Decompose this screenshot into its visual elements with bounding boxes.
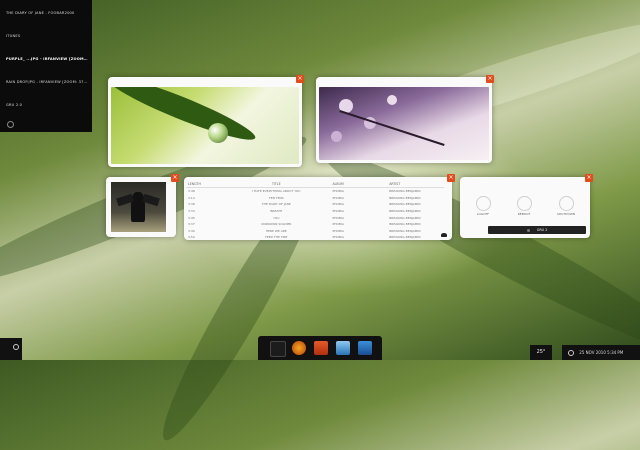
reboot-icon[interactable] xyxy=(517,196,532,211)
table-cell: BREAKING BENJAMIN xyxy=(389,189,421,194)
foobar-icon[interactable] xyxy=(270,341,286,357)
reboot-label: REBOOT xyxy=(517,212,531,216)
purple-image-window[interactable]: × xyxy=(316,75,494,163)
logoff-label: LOGOFF xyxy=(476,212,490,216)
table-row[interactable]: 3:50 FEED THE FIRE PHOBIA BREAKING BENJAMIN xyxy=(186,234,444,241)
table-cell: BREAKING BENJAMIN xyxy=(389,235,421,240)
table-cell: 3:14 xyxy=(188,195,195,200)
clock-text: 25 NOV 2010 5:34 PM xyxy=(579,350,624,355)
table-cell: BREAKING BENJAMIN xyxy=(389,202,421,207)
gru-footer-bar[interactable]: GRU 2 xyxy=(488,226,586,234)
table-row[interactable]: 3:40 HERE WE ARE PHOBIA BREAKING BENJAMIN xyxy=(186,228,444,235)
table-cell: FEED THE FIRE xyxy=(265,235,288,240)
table-cell: BREAKING BENJAMIN xyxy=(389,209,421,214)
table-row[interactable]: 3:38 THE DIARY OF JANE PHOBIA BREAKING BENJ… xyxy=(186,201,444,208)
close-button[interactable]: × xyxy=(585,174,593,182)
close-button[interactable]: × xyxy=(447,174,455,182)
clock: 25 NOV 2010 5:34 PM xyxy=(562,345,640,360)
table-row[interactable]: 3:45 YOU PHOBIA BREAKING BENJAMIN xyxy=(186,214,444,221)
table-cell: PHOBIA xyxy=(332,202,344,207)
leaf-blade xyxy=(111,87,260,149)
table-cell: 3:48 xyxy=(188,189,195,194)
table-cell: BREAKING BENJAMIN xyxy=(389,222,421,227)
table-cell: PHOBIA xyxy=(332,195,344,200)
footer-bullet xyxy=(526,228,530,232)
music-playlist-window[interactable]: × LENGTH TITLE ALBUM ARTIST 3:48 I HATE E… xyxy=(184,174,455,241)
gear-icon xyxy=(13,344,19,350)
logoff-icon[interactable] xyxy=(476,196,491,211)
window-switcher: THE DIARY OF JANE - FOOBAR2000 ITUNES PU… xyxy=(0,0,92,132)
table-cell: PHOBIA xyxy=(332,209,344,214)
desktop-icon[interactable] xyxy=(358,341,372,355)
table-cell: PHOBIA xyxy=(332,222,344,227)
clock-icon xyxy=(568,350,574,356)
batman-logo-icon[interactable] xyxy=(441,233,447,237)
switcher-item-foobar[interactable]: THE DIARY OF JANE - FOOBAR2000 xyxy=(6,11,88,15)
table-cell: 3:38 xyxy=(188,202,195,207)
close-button[interactable]: × xyxy=(486,75,494,83)
table-cell: I HATE EVERYTHING ABOUT YOU xyxy=(252,189,301,194)
table-cell: BREAKING BENJAMIN xyxy=(389,215,421,220)
finder-icon[interactable] xyxy=(336,341,350,355)
album-cover-art xyxy=(111,182,166,232)
footer-label: GRU 2 xyxy=(536,228,548,232)
table-cell: BREAKING BENJAMIN xyxy=(389,195,421,200)
table-cell: HERE WE ARE xyxy=(265,228,287,233)
blossom xyxy=(331,131,342,142)
shutdown-label: SHUTDOWN xyxy=(556,212,576,216)
water-drop xyxy=(208,123,228,143)
close-button[interactable]: × xyxy=(171,174,179,182)
table-cell: 3:37 xyxy=(188,222,195,227)
table-cell: BREAKING BENJAMIN xyxy=(389,228,421,233)
settings-corner-button[interactable] xyxy=(0,338,22,360)
table-cell: PHOBIA xyxy=(332,215,344,220)
table-cell: YOU xyxy=(273,215,280,220)
table-row[interactable]: 3:48 I HATE EVERYTHING ABOUT YOU PHOBIA BRE… xyxy=(186,188,444,195)
table-row[interactable]: 3:37 UNKNOWN SOLDIER PHOBIA BREAKING BENJAM… xyxy=(186,221,444,228)
table-cell: 3:40 xyxy=(188,228,195,233)
power-panel-window: × LOGOFF REBOOT SHUTDOWN GRU 2 xyxy=(460,174,593,238)
raindrop-image-window[interactable]: × xyxy=(108,75,304,167)
raindrop-photo xyxy=(111,87,299,164)
table-cell: 3:33 xyxy=(188,209,195,214)
switcher-item-irfanview-purple[interactable]: PURPLE_ ...JPG - IRFANVIEW [ZOOM: 418 X.… xyxy=(6,57,88,61)
table-cell: BREATH xyxy=(270,209,283,214)
table-cell: 3:45 xyxy=(188,215,195,220)
dock xyxy=(258,336,382,360)
album-art-window[interactable]: × xyxy=(106,174,179,237)
shutdown-icon[interactable] xyxy=(559,196,574,211)
table-row[interactable]: 3:33 BREATH PHOBIA BREAKING BENJAMIN xyxy=(186,208,444,215)
table-cell: THE DIARY OF JANE xyxy=(261,202,291,207)
switcher-item-irfanview-raindrop[interactable]: RAIN DROP.JPG - IRFANVIEW [ZOOM: 378 X..… xyxy=(6,80,88,84)
close-button[interactable]: × xyxy=(296,75,304,83)
table-cell: UNKNOWN SOLDIER xyxy=(261,222,292,227)
table-cell: PHOBIA xyxy=(332,228,344,233)
temperature-value: 25° xyxy=(536,349,546,355)
switcher-item-itunes[interactable]: ITUNES xyxy=(6,34,88,38)
itunes-icon[interactable] xyxy=(292,341,306,355)
switcher-item-gru[interactable]: GRU 2.0 xyxy=(6,103,88,107)
table-row[interactable]: 3:14 TEN TENS PHOBIA BREAKING BENJAMIN xyxy=(186,195,444,202)
weather-temp: 25° xyxy=(530,345,552,360)
playlist-table: LENGTH TITLE ALBUM ARTIST 3:48 I HATE EVE… xyxy=(186,181,444,241)
irfanview-icon[interactable] xyxy=(314,341,328,355)
branch xyxy=(339,110,445,146)
purple-blossom-photo xyxy=(319,87,489,160)
table-cell: 3:50 xyxy=(188,235,195,240)
table-cell: PHOBIA xyxy=(332,189,344,194)
table-cell: TEN TENS xyxy=(268,195,284,200)
gear-icon[interactable] xyxy=(7,121,14,128)
blossom xyxy=(387,95,397,105)
table-cell: PHOBIA xyxy=(332,235,344,240)
